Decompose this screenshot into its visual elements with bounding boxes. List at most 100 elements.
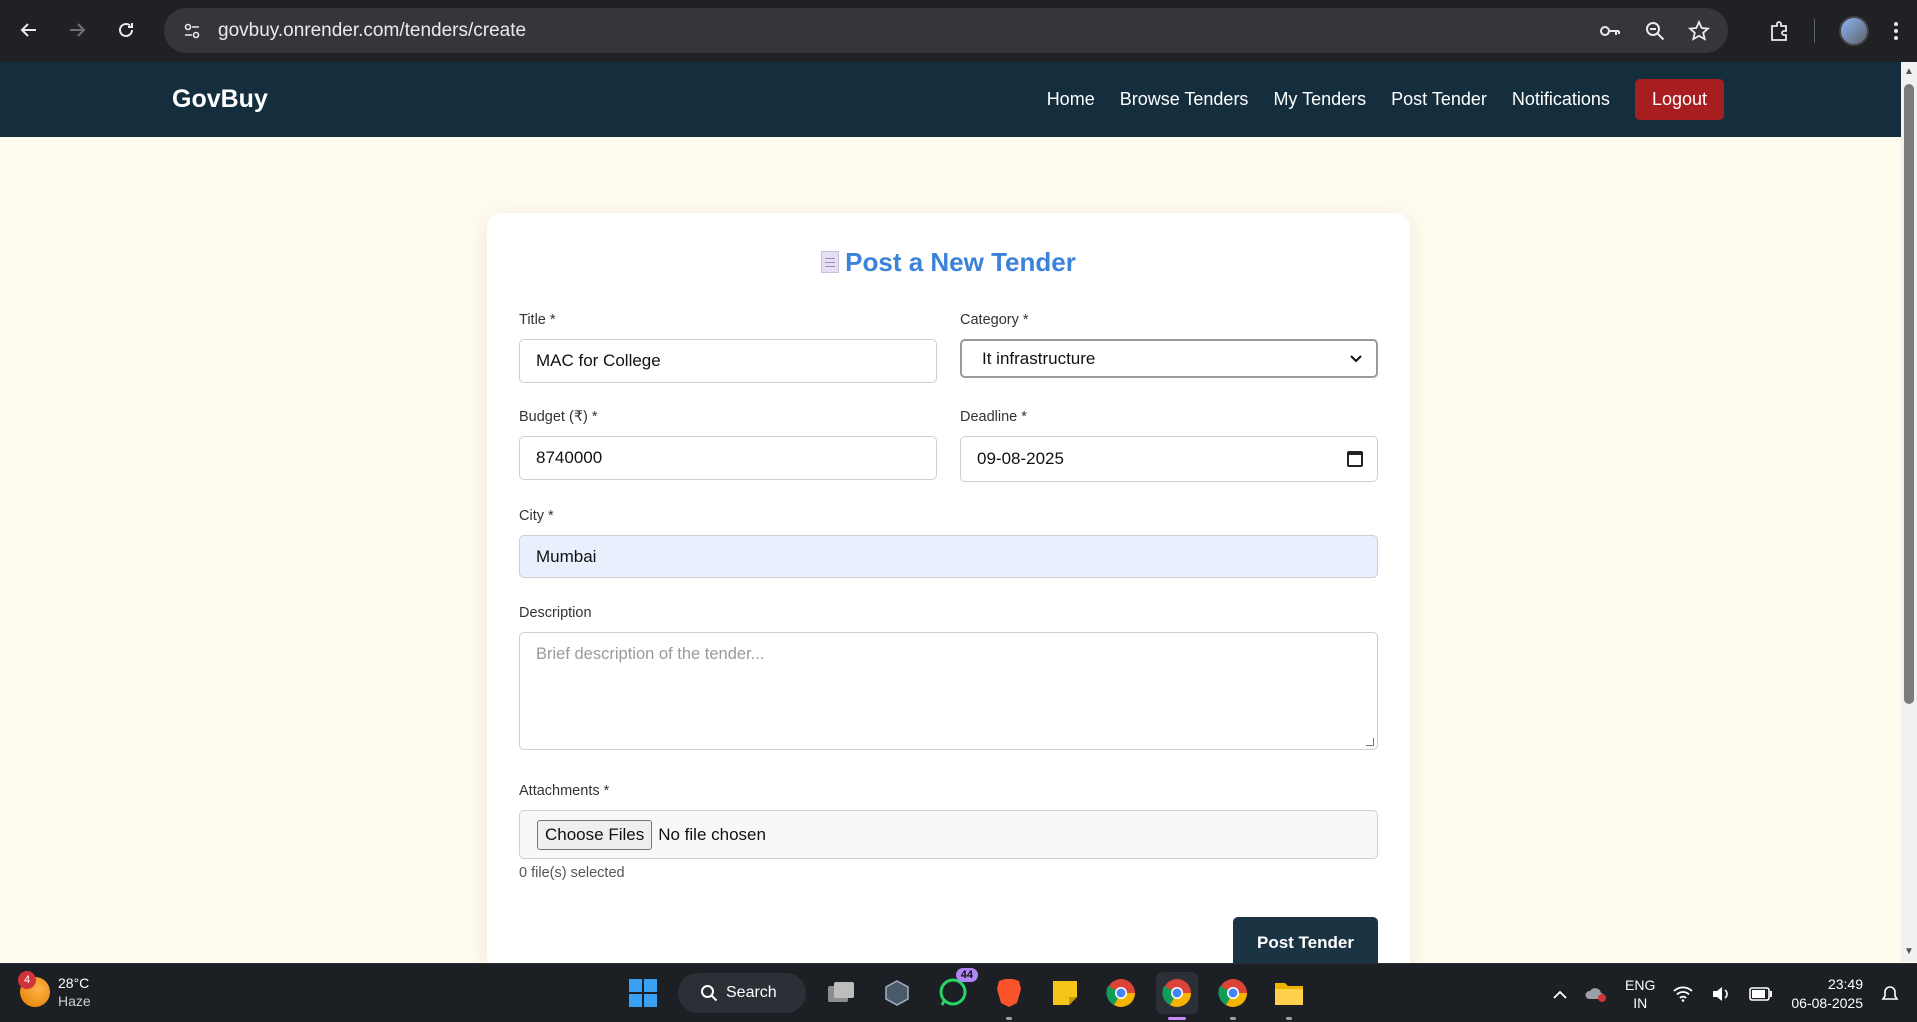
hexagon-app-icon: [885, 980, 909, 1006]
description-placeholder: Brief description of the tender...: [536, 645, 765, 663]
sticky-notes-icon: [1053, 981, 1077, 1005]
attachments-label: Attachments *: [519, 783, 610, 799]
system-clock[interactable]: 23:49 06-08-2025: [1791, 975, 1863, 1013]
chrome-icon: [1162, 979, 1191, 1007]
description-label: Description: [519, 605, 592, 621]
whatsapp-app[interactable]: 44: [932, 968, 978, 1014]
sticky-notes-app[interactable]: [1044, 972, 1086, 1014]
reload-icon: [119, 22, 133, 37]
chevron-up-icon[interactable]: [1553, 989, 1567, 999]
reload-button[interactable]: [106, 10, 146, 50]
volume-icon[interactable]: [1711, 986, 1731, 1002]
back-button[interactable]: [9, 10, 49, 50]
site-settings-icon[interactable]: [170, 21, 214, 41]
nav-home[interactable]: Home: [1047, 89, 1095, 110]
chrome-app-2[interactable]: [1156, 972, 1198, 1020]
running-indicator: [1006, 1017, 1012, 1020]
star-icon[interactable]: [1688, 19, 1710, 42]
brand-logo[interactable]: GovBuy: [172, 85, 268, 114]
chrome-icon: [1106, 979, 1135, 1007]
nav-my-tenders[interactable]: My Tenders: [1273, 89, 1366, 110]
nav-post-tender[interactable]: Post Tender: [1391, 89, 1487, 110]
weather-badge: 4: [18, 971, 36, 989]
nav-browse-tenders[interactable]: Browse Tenders: [1120, 89, 1249, 110]
deadline-label: Deadline *: [960, 409, 1027, 425]
deadline-input[interactable]: 09-08-2025: [960, 436, 1378, 482]
search-icon: [701, 985, 718, 1002]
clock-time: 23:49: [1827, 975, 1863, 992]
no-file-text: No file chosen: [658, 824, 766, 844]
language-indicator[interactable]: ENG IN: [1625, 976, 1655, 1012]
document-icon: [821, 251, 840, 273]
category-select[interactable]: It infrastructure: [960, 339, 1378, 378]
form-heading-text: Post a New Tender: [845, 247, 1076, 277]
scroll-up-arrow-icon[interactable]: ▲: [1903, 66, 1915, 78]
extensions-icon[interactable]: [1768, 20, 1790, 42]
running-indicator: [1230, 1017, 1236, 1020]
city-label: City *: [519, 508, 554, 524]
running-indicator: [1286, 1017, 1292, 1020]
nav-notifications[interactable]: Notifications: [1512, 89, 1610, 110]
folder-icon: [1275, 983, 1303, 1005]
wifi-icon[interactable]: [1673, 986, 1693, 1002]
task-view-app[interactable]: [820, 972, 862, 1014]
notification-bell-icon[interactable]: [1881, 985, 1899, 1003]
key-icon[interactable]: [1598, 19, 1622, 43]
zoom-icon[interactable]: [1644, 20, 1666, 42]
choose-files-button[interactable]: Choose Files: [537, 819, 653, 850]
clock-date: 06-08-2025: [1791, 994, 1863, 1011]
title-label: Title *: [519, 312, 556, 328]
title-input[interactable]: MAC for College: [519, 339, 937, 383]
temperature: 28°C: [58, 975, 90, 991]
task-view-icon: [828, 982, 854, 1002]
whatsapp-badge: 44: [955, 968, 978, 982]
budget-value: 8740000: [536, 448, 603, 467]
search-label: Search: [726, 984, 777, 1001]
brave-app[interactable]: [988, 972, 1030, 1020]
chrome-app-1[interactable]: [1100, 972, 1142, 1014]
scroll-down-arrow-icon[interactable]: ▼: [1903, 946, 1915, 958]
more-menu-icon[interactable]: [1893, 21, 1899, 41]
taskbar-search[interactable]: Search: [678, 973, 806, 1013]
toolbar-divider: [1814, 19, 1815, 43]
address-bar[interactable]: govbuy.onrender.com/tenders/create: [164, 8, 1728, 53]
city-input[interactable]: Mumbai: [519, 535, 1378, 578]
post-tender-card: Post a New Tender Title * MAC for Colleg…: [487, 213, 1410, 973]
start-button[interactable]: [622, 972, 664, 1014]
battery-icon[interactable]: [1749, 986, 1773, 1001]
profile-avatar[interactable]: [1839, 16, 1869, 46]
description-textarea[interactable]: Brief description of the tender...: [519, 632, 1378, 750]
category-label: Category *: [960, 312, 1029, 328]
arrow-right-icon: [70, 23, 86, 37]
category-value: It infrastructure: [982, 348, 1096, 368]
post-tender-button[interactable]: Post Tender: [1233, 917, 1378, 968]
resize-handle-icon[interactable]: [1366, 738, 1374, 746]
calendar-icon[interactable]: [1347, 451, 1363, 467]
language-code: ENG: [1625, 976, 1656, 993]
url-text: govbuy.onrender.com/tenders/create: [218, 19, 527, 41]
site-navbar: GovBuy Home Browse Tenders My Tenders Po…: [0, 62, 1901, 137]
budget-input[interactable]: 8740000: [519, 436, 937, 480]
weather-widget[interactable]: 4 28°C Haze: [18, 971, 91, 1010]
file-count-text: 0 file(s) selected: [519, 865, 625, 881]
windows-logo-icon: [629, 979, 657, 1007]
city-value: Mumbai: [536, 546, 597, 566]
form-heading: Post a New Tender: [487, 247, 1410, 278]
forward-button[interactable]: [57, 10, 97, 50]
scroll-thumb[interactable]: [1904, 84, 1914, 704]
chevron-down-icon: [1350, 354, 1362, 362]
file-explorer-app[interactable]: [1268, 972, 1310, 1020]
onedrive-error-icon[interactable]: [1585, 985, 1607, 1003]
chrome-app-3[interactable]: [1212, 972, 1254, 1020]
attachments-input[interactable]: Choose Files No file chosen: [519, 810, 1378, 859]
browser-toolbar: govbuy.onrender.com/tenders/create: [0, 0, 1917, 62]
windows-taskbar: 4 28°C Haze Search 44 ENG IN 23:49 06-08…: [0, 963, 1917, 1022]
brave-lion-icon: [997, 979, 1021, 1007]
weather-condition: Haze: [58, 993, 91, 1009]
title-value: MAC for College: [536, 351, 661, 370]
app-icon-hexagon[interactable]: [876, 972, 918, 1014]
deadline-value: 09-08-2025: [977, 449, 1064, 468]
page-scrollbar[interactable]: ▲ ▼: [1901, 62, 1917, 962]
arrow-left-icon: [20, 23, 36, 37]
logout-button[interactable]: Logout: [1634, 79, 1724, 120]
